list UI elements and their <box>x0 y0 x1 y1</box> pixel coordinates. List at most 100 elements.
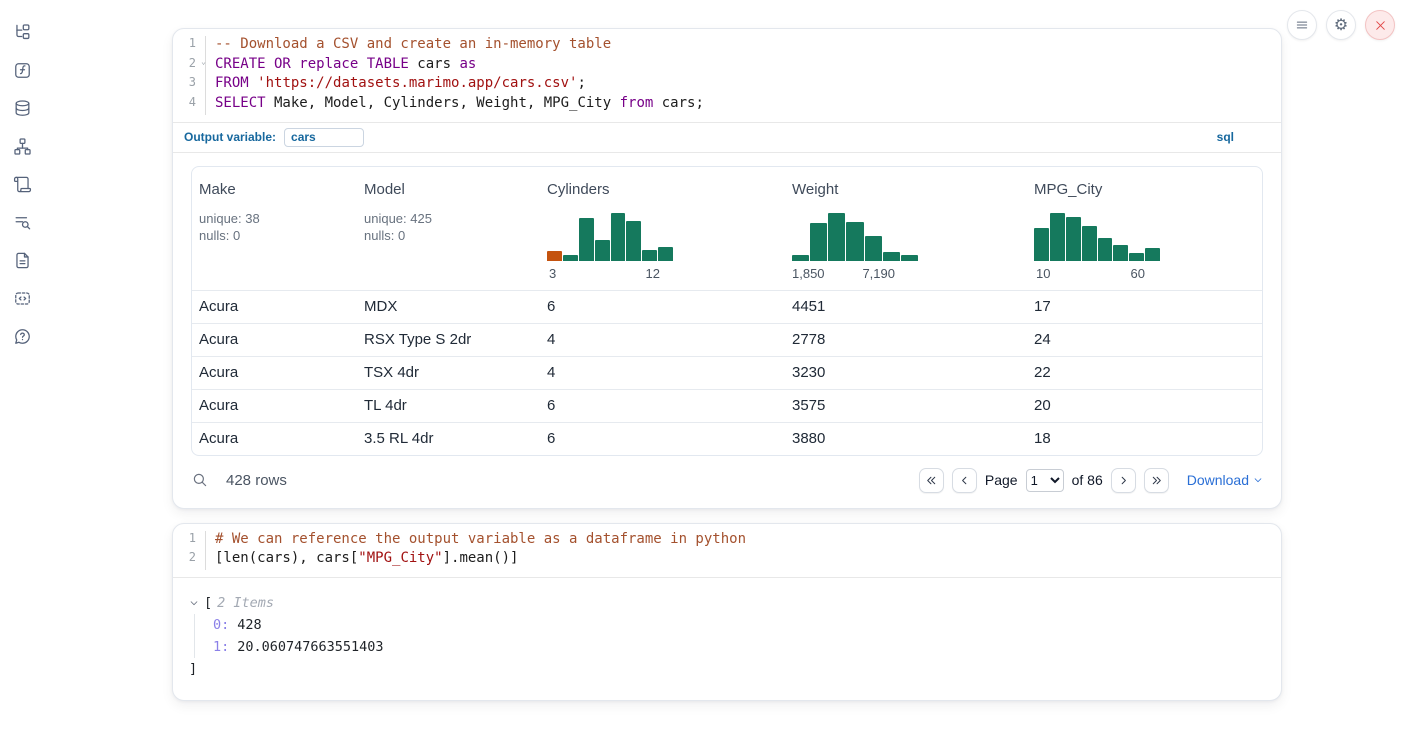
cylinders-histogram: 3 12 <box>547 211 673 290</box>
open-bracket: [ <box>204 595 212 611</box>
shutdown-button[interactable] <box>1365 10 1395 40</box>
item-index: 1: <box>213 639 229 655</box>
documentation-icon[interactable] <box>11 249 33 271</box>
chevron-right-icon <box>1117 474 1130 487</box>
line-number: 3 <box>189 75 196 89</box>
python-code-editor[interactable]: 1 2 # We can reference the output variab… <box>173 524 1281 577</box>
notebook-main: 1 2⌄ 3 4 -- Download a CSV and create an… <box>172 0 1282 701</box>
items-count-label: 2 Items <box>217 595 274 611</box>
chevron-down-icon <box>189 598 199 608</box>
datasources-icon[interactable] <box>11 97 33 119</box>
histogram-bar <box>1113 245 1128 261</box>
chevrons-right-icon <box>1150 474 1163 487</box>
table-row[interactable]: AcuraRSX Type S 2dr4277824 <box>192 323 1262 356</box>
file-explorer-icon[interactable] <box>11 21 33 43</box>
histogram-bar <box>1034 228 1049 261</box>
column-header-model[interactable]: Model unique: 425 nulls: 0 <box>357 181 540 290</box>
output-variable-row: Output variable: sql <box>173 123 1281 152</box>
code-line: # We can reference the output variable a… <box>215 531 1281 551</box>
nulls-stat: nulls: 0 <box>199 227 357 244</box>
settings-button[interactable]: ⚙ <box>1326 10 1356 40</box>
search-button[interactable] <box>191 471 209 489</box>
axis-max: 7,190 <box>862 266 895 281</box>
logs-icon[interactable] <box>11 173 33 195</box>
python-cell: 1 2 # We can reference the output variab… <box>172 523 1282 701</box>
table-row[interactable]: AcuraTL 4dr6357520 <box>192 389 1262 422</box>
line-number: 2 <box>189 550 196 564</box>
page-total: of 86 <box>1072 472 1103 488</box>
language-badge: sql <box>1217 130 1234 144</box>
histogram-bar <box>1129 253 1144 261</box>
variables-icon[interactable] <box>11 59 33 81</box>
axis-min: 10 <box>1036 266 1050 281</box>
list-output: [ 2 Items 0: 428 1: 20.060747663551403 ] <box>173 578 1281 700</box>
scratchpad-icon[interactable] <box>11 211 33 233</box>
left-sidebar <box>0 0 44 729</box>
column-header-cylinders[interactable]: Cylinders 3 12 <box>540 181 785 290</box>
column-header-mpg-city[interactable]: MPG_City 10 60 <box>1027 181 1262 290</box>
sql-code-editor[interactable]: 1 2⌄ 3 4 -- Download a CSV and create an… <box>173 29 1281 122</box>
line-number: 2 <box>189 56 196 70</box>
data-table: Make unique: 38 nulls: 0 Model unique: 4… <box>191 166 1263 456</box>
table-row[interactable]: AcuraTSX 4dr4323022 <box>192 356 1262 389</box>
axis-max: 60 <box>1131 266 1145 281</box>
table-row[interactable]: Acura3.5 RL 4dr6388018 <box>192 422 1262 455</box>
snippets-icon[interactable] <box>11 287 33 309</box>
histogram-bar <box>579 218 594 261</box>
nulls-stat: nulls: 0 <box>364 227 540 244</box>
code-line: [len(cars), cars["MPG_City"].mean()] <box>215 550 1281 570</box>
first-page-button[interactable] <box>919 468 944 493</box>
item-index: 0: <box>213 617 229 633</box>
axis-min: 1,850 <box>792 266 825 281</box>
line-number: 1 <box>189 36 196 50</box>
output-variable-input[interactable] <box>284 128 364 147</box>
histogram-bar <box>901 255 918 261</box>
item-value: 20.060747663551403 <box>237 639 383 655</box>
help-icon[interactable] <box>11 325 33 347</box>
window-controls: ⚙ <box>1287 10 1395 40</box>
code-line: FROM 'https://datasets.marimo.app/cars.c… <box>215 75 1281 95</box>
histogram-bar <box>626 221 641 261</box>
histogram-bar <box>792 255 809 261</box>
table-footer: 428 rows Page 1 of 86 <box>173 456 1281 508</box>
row-count: 428 rows <box>226 472 287 489</box>
histogram-bar <box>1082 226 1097 261</box>
code-line: CREATE OR replace TABLE cars as <box>215 56 1281 76</box>
histogram-bar <box>1098 238 1113 261</box>
pagination: Page 1 of 86 Download <box>919 468 1263 493</box>
weight-histogram: 1,850 7,190 <box>792 211 918 290</box>
table-row[interactable]: AcuraMDX6445117 <box>192 290 1262 323</box>
unique-stat: unique: 425 <box>364 210 540 227</box>
axis-max: 12 <box>646 266 660 281</box>
fold-arrow-icon[interactable]: ⌄ <box>201 57 206 66</box>
close-icon <box>1374 19 1387 32</box>
histogram-bar <box>547 251 562 261</box>
histogram-bar <box>865 236 882 261</box>
page-label: Page <box>985 472 1018 488</box>
histogram-bar <box>883 252 900 261</box>
next-page-button[interactable] <box>1111 468 1136 493</box>
dependency-graph-icon[interactable] <box>11 135 33 157</box>
menu-button[interactable] <box>1287 10 1317 40</box>
histogram-bar <box>563 255 578 261</box>
line-number: 4 <box>189 95 196 109</box>
collapse-toggle[interactable] <box>189 598 199 608</box>
output-variable-label: Output variable: <box>184 130 276 144</box>
table-header: Make unique: 38 nulls: 0 Model unique: 4… <box>192 167 1262 290</box>
histogram-bar <box>642 250 657 261</box>
divider <box>173 152 1281 153</box>
download-button[interactable]: Download <box>1187 472 1263 488</box>
line-number-gutter: 1 2 <box>173 531 206 570</box>
chevrons-left-icon <box>925 474 938 487</box>
previous-page-button[interactable] <box>952 468 977 493</box>
column-header-make[interactable]: Make unique: 38 nulls: 0 <box>192 181 357 290</box>
code-line: SELECT Make, Model, Cylinders, Weight, M… <box>215 95 1281 115</box>
chevron-down-icon <box>1253 475 1263 485</box>
axis-min: 3 <box>549 266 556 281</box>
page-select[interactable]: 1 <box>1026 469 1064 492</box>
column-header-weight[interactable]: Weight 1,850 7,190 <box>785 181 1027 290</box>
list-item: 1: 20.060747663551403 <box>213 636 1265 658</box>
chevron-left-icon <box>958 474 971 487</box>
sql-cell: 1 2⌄ 3 4 -- Download a CSV and create an… <box>172 28 1282 509</box>
last-page-button[interactable] <box>1144 468 1169 493</box>
